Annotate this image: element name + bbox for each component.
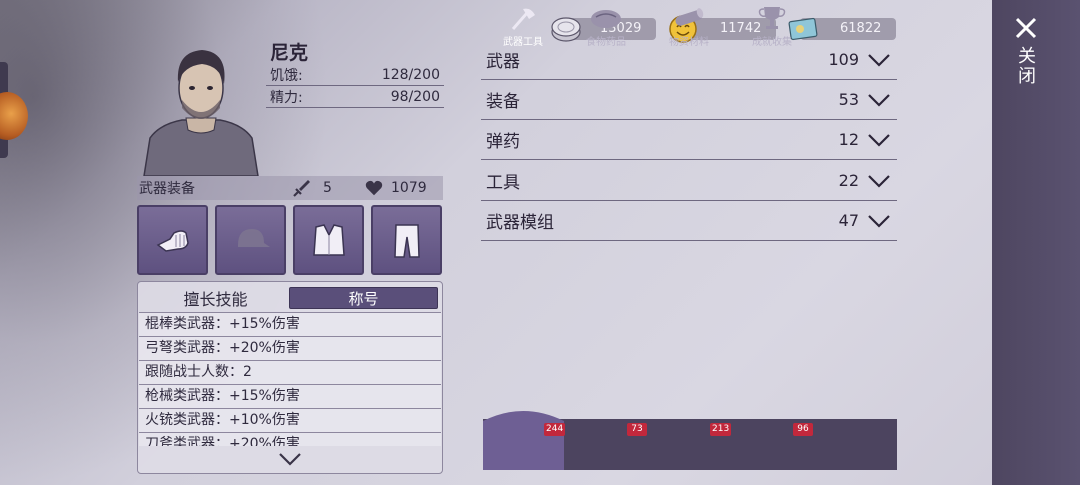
hunger-value: 128/200 <box>381 66 440 83</box>
list-item: 跟随战士人数：2 <box>139 360 441 384</box>
category-label: 弹药 <box>486 132 520 152</box>
weapon-slot[interactable] <box>137 205 208 275</box>
attack-value: 5 <box>323 180 332 196</box>
hunger-stat: 饥饿: 128/200 <box>266 64 444 86</box>
vest-icon <box>312 224 345 256</box>
category-label: 工具 <box>486 173 520 193</box>
tab-skills[interactable]: 擅长技能 <box>142 287 289 309</box>
character-portrait <box>143 50 259 176</box>
heart-icon <box>365 180 383 196</box>
list-item: 弓弩类武器：+20%伤害 <box>139 336 441 360</box>
meat-icon <box>591 10 621 28</box>
category-count: 22 <box>838 171 859 190</box>
category-count: 109 <box>828 50 859 69</box>
tab-titles[interactable]: 称号 <box>289 287 438 309</box>
log-icon <box>675 8 704 26</box>
category-equipment[interactable]: 装备 53 <box>481 80 897 120</box>
body-slot[interactable] <box>293 205 364 275</box>
badge-weapons-tools: 244 <box>544 423 566 436</box>
tab-achievements[interactable]: 成就收集 <box>732 0 812 51</box>
tab-label: 成就收集 <box>752 37 792 48</box>
cap-icon <box>237 229 270 247</box>
chevron-down-icon <box>868 133 890 147</box>
list-item: 枪械类武器：+15%伤害 <box>139 384 441 408</box>
category-count: 12 <box>838 130 859 149</box>
trophy-icon <box>758 7 786 29</box>
equipment-summary: 武器装备 5 1079 <box>137 176 443 200</box>
legs-slot[interactable] <box>371 205 442 275</box>
category-label: 武器模组 <box>486 213 554 233</box>
list-item: 火铳类武器：+10%伤害 <box>139 408 441 432</box>
health-value: 1079 <box>391 180 427 196</box>
tab-food-medicine[interactable]: 食物药品 <box>566 0 646 51</box>
sword-icon <box>293 180 310 197</box>
tab-label: 食物药品 <box>586 37 626 48</box>
hunger-label: 饥饿: <box>270 67 303 84</box>
category-label: 装备 <box>486 92 520 112</box>
list-item: 棍棒类武器：+15%伤害 <box>139 312 441 336</box>
chevron-down-icon <box>868 93 890 107</box>
axe-icon <box>511 8 535 30</box>
list-item: 刀斧类武器：+20%伤害 <box>139 432 441 446</box>
side-event-icon[interactable] <box>0 92 28 140</box>
category-ammo[interactable]: 弹药 12 <box>481 120 897 160</box>
head-slot[interactable] <box>215 205 286 275</box>
chevron-down-icon[interactable] <box>278 451 302 467</box>
badge-achievements: 96 <box>793 423 813 436</box>
tab-label: 物资材料 <box>669 37 709 48</box>
category-tools[interactable]: 工具 22 <box>481 161 897 201</box>
tab-label: 武器工具 <box>503 37 543 48</box>
energy-stat: 精力: 98/200 <box>266 86 444 108</box>
close-icon[interactable] <box>1014 16 1038 40</box>
chevron-down-icon <box>868 53 890 67</box>
character-name: 尼克 <box>270 42 309 64</box>
skills-panel: 擅长技能 称号 棍棒类武器：+15%伤害 弓弩类武器：+20%伤害 跟随战士人数… <box>137 281 443 474</box>
category-weapon-mods[interactable]: 武器模组 47 <box>481 201 897 241</box>
pants-icon <box>393 224 420 258</box>
category-count: 47 <box>838 211 859 230</box>
close-label[interactable]: 关闭 <box>1014 46 1038 86</box>
chevron-down-icon <box>868 174 890 188</box>
skills-tabbar: 擅长技能 称号 <box>138 282 442 312</box>
tab-weapons-tools[interactable]: 武器工具 <box>483 0 563 51</box>
fist-icon <box>156 230 189 252</box>
energy-value: 98/200 <box>390 88 440 105</box>
equipment-title: 武器装备 <box>139 181 195 197</box>
energy-label: 精力: <box>270 89 303 106</box>
badge-food-medicine: 73 <box>627 423 647 436</box>
badge-materials: 213 <box>710 423 732 436</box>
active-tab-highlight <box>483 411 564 470</box>
tab-materials[interactable]: 物资材料 <box>649 0 729 51</box>
category-count: 53 <box>838 90 859 109</box>
chevron-down-icon <box>868 214 890 228</box>
